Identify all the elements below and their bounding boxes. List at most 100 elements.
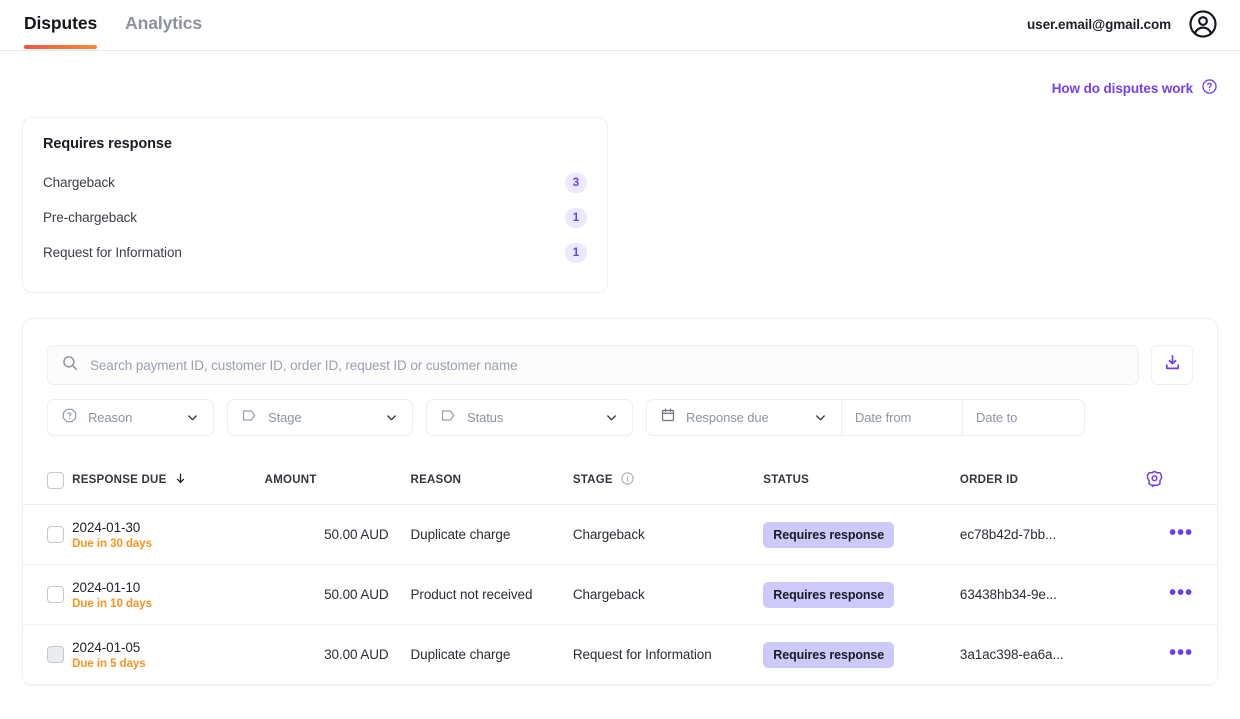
account-circle-icon[interactable] [1188,9,1218,39]
requires-response-title: Requires response [43,136,587,152]
cell-response-due: 2024-01-05 Due in 5 days [72,625,265,685]
help-row: How do disputes work [0,51,1240,98]
search-box[interactable] [47,345,1139,385]
info-circle-icon[interactable] [620,471,635,489]
cell-stage: Chargeback [573,565,763,625]
cell-row-menu: ••• [1145,565,1217,625]
header-status[interactable]: STATUS [763,457,960,505]
search-icon [61,354,79,377]
header-response-due-label: RESPONSE DUE [72,474,166,486]
header-order-id[interactable]: ORDER ID [960,457,1145,505]
table-row[interactable]: 2024-01-05 Due in 5 days 30.00 AUD Dupli… [23,625,1217,685]
account-area: user.email@gmail.com [1027,9,1218,39]
main-tabs: Disputes Analytics [0,0,202,48]
cell-row-menu: ••• [1145,625,1217,685]
cell-response-due: 2024-01-10 Due in 10 days [72,565,265,625]
requires-response-item-request-for-information[interactable]: Request for Information 1 [43,235,587,270]
row-checkbox[interactable] [47,526,64,543]
calendar-icon [660,407,676,428]
due-date: 2024-01-10 [72,580,265,595]
disputes-table: RESPONSE DUE AMOUNT REASON [23,457,1217,685]
row-checkbox[interactable] [47,646,64,663]
header-amount-label: AMOUNT [265,474,317,486]
cell-amount: 30.00 AUD [265,625,389,685]
search-input[interactable] [90,358,1125,373]
tab-analytics-label: Analytics [125,13,202,33]
date-from-placeholder: Date from [855,410,911,425]
select-all-header [23,457,72,505]
header-stage[interactable]: STAGE [573,457,763,505]
status-badge: Requires response [763,522,894,548]
user-email-label: user.email@gmail.com [1027,17,1171,32]
cell-response-due: 2024-01-30 Due in 30 days [72,505,265,565]
requires-response-item-chargeback[interactable]: Chargeback 3 [43,165,587,200]
table-body: 2024-01-30 Due in 30 days 50.00 AUD Dupl… [23,505,1217,685]
requires-response-item-pre-chargeback[interactable]: Pre-chargeback 1 [43,200,587,235]
filter-reason[interactable]: Reason [47,399,214,436]
item-count-badge: 1 [565,208,587,228]
filter-row: Reason Stage [47,399,1193,436]
item-label: Pre-chargeback [43,210,137,225]
filter-status-label: Status [467,410,503,425]
cell-status: Requires response [763,565,960,625]
cell-stage: Request for Information [573,625,763,685]
how-do-disputes-work-link[interactable]: How do disputes work [1052,78,1218,98]
cell-amount: 50.00 AUD [265,505,389,565]
table-row[interactable]: 2024-01-10 Due in 10 days 50.00 AUD Prod… [23,565,1217,625]
due-date: 2024-01-05 [72,640,265,655]
header-order-id-label: ORDER ID [960,474,1018,486]
table-toolbar: Reason Stage [23,319,1217,436]
table-row[interactable]: 2024-01-30 Due in 30 days 50.00 AUD Dupl… [23,505,1217,565]
date-from-input[interactable]: Date from [841,400,962,435]
cell-reason: Product not received [389,565,573,625]
status-badge: Requires response [763,582,894,608]
row-actions-menu-button[interactable]: ••• [1169,642,1193,664]
filter-stage[interactable]: Stage [227,399,413,436]
top-navigation-bar: Disputes Analytics user.email@gmail.com [0,0,1240,51]
header-stage-label: STAGE [573,474,613,486]
gear-icon[interactable] [1145,479,1164,491]
cell-amount: 50.00 AUD [265,565,389,625]
item-count-badge: 3 [565,173,587,193]
table-header-row: RESPONSE DUE AMOUNT REASON [23,457,1217,505]
question-octagon-icon [61,407,78,429]
date-to-placeholder: Date to [976,410,1017,425]
response-due-label: Response due [686,410,769,425]
filter-stage-label: Stage [268,410,301,425]
export-button[interactable] [1151,345,1193,385]
header-settings [1145,457,1217,505]
tab-disputes[interactable]: Disputes [24,0,97,48]
status-badge: Requires response [763,642,894,668]
header-response-due[interactable]: RESPONSE DUE [72,457,265,505]
cell-stage: Chargeback [573,505,763,565]
requires-response-card: Requires response Chargeback 3 Pre-charg… [22,117,608,293]
due-date: 2024-01-30 [72,520,265,535]
row-checkbox[interactable] [47,586,64,603]
download-icon [1163,353,1182,377]
cell-order-id: 3a1ac398-ea6a... [960,625,1145,685]
row-actions-menu-button[interactable]: ••• [1169,522,1193,544]
cell-row-menu: ••• [1145,505,1217,565]
cell-order-id: 63438hb34-9e... [960,565,1145,625]
cell-reason: Duplicate charge [389,505,573,565]
help-link-label: How do disputes work [1052,81,1193,96]
header-status-label: STATUS [763,474,809,486]
item-label: Request for Information [43,245,182,260]
cell-order-id: ec78b42d-7bb... [960,505,1145,565]
chevron-down-icon [590,410,619,425]
item-count-badge: 1 [565,243,587,263]
due-in-label: Due in 5 days [72,658,265,670]
filter-response-due[interactable]: Response due [647,400,841,435]
due-in-label: Due in 30 days [72,538,265,550]
select-all-checkbox[interactable] [47,472,64,489]
header-amount[interactable]: AMOUNT [265,457,389,505]
question-circle-icon [1201,78,1218,98]
tab-analytics[interactable]: Analytics [125,0,202,48]
filter-status[interactable]: Status [426,399,633,436]
header-reason[interactable]: REASON [389,457,573,505]
row-actions-menu-button[interactable]: ••• [1169,582,1193,604]
date-to-input[interactable]: Date to [962,400,1084,435]
tag-icon [241,407,258,429]
table-header: RESPONSE DUE AMOUNT REASON [23,457,1217,505]
chevron-down-icon [813,410,828,425]
